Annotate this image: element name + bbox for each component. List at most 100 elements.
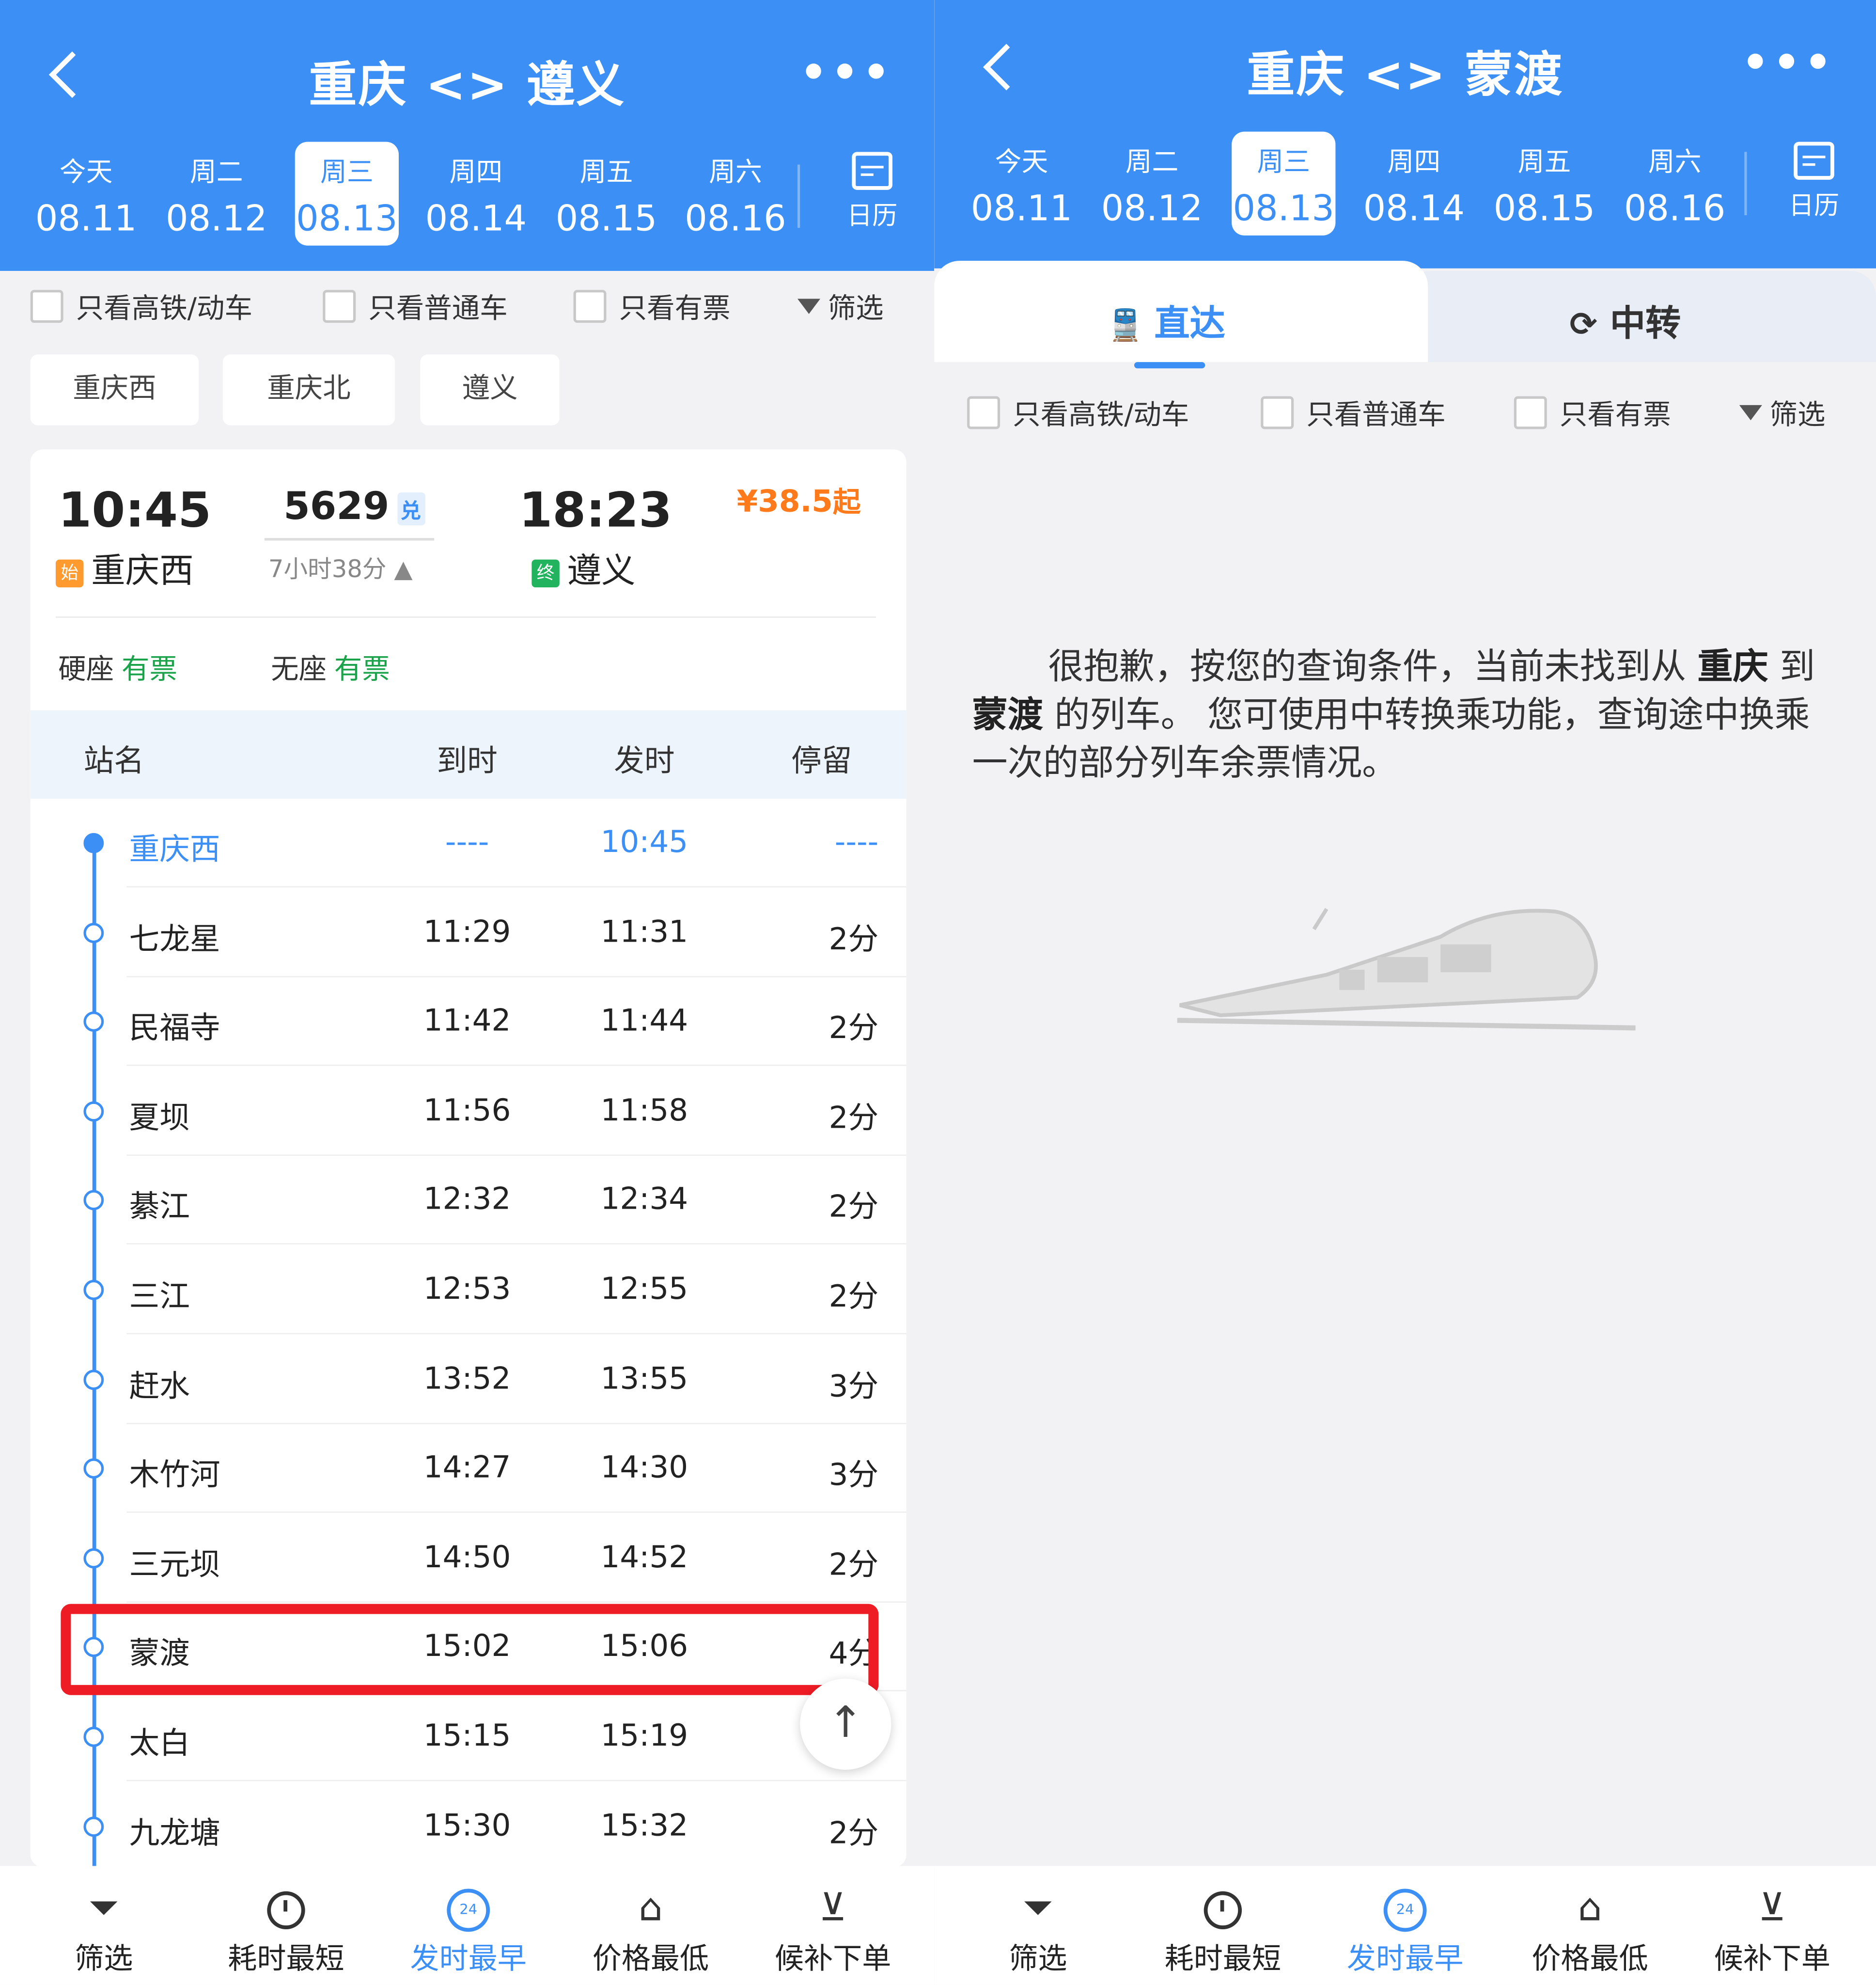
station-button[interactable]: 遵义 (420, 354, 560, 425)
checkbox-available[interactable]: 只看有票 (1514, 393, 1671, 433)
stop-row: 太白 15:15 15:19 (31, 1693, 907, 1781)
checkbox-label: 只看普通车 (368, 294, 508, 326)
date-today[interactable]: 今天 08.11 (34, 142, 138, 246)
date-weekday: 周四 (449, 157, 503, 188)
calendar-button[interactable]: 日历 (1770, 142, 1859, 222)
stop-dot (83, 833, 104, 853)
date-sat[interactable]: 周六 08.16 (684, 142, 787, 246)
filter-button[interactable]: 筛选 (1739, 393, 1826, 433)
transfer-icon: ⟳ (1569, 306, 1597, 345)
date-weekday: 周六 (1648, 147, 1702, 177)
checkbox-box[interactable] (1514, 396, 1547, 429)
checkbox-box[interactable] (573, 290, 607, 323)
bottom-earliest[interactable]: 24 发时最早 (380, 1866, 557, 1977)
message-part: 到 (1768, 646, 1815, 688)
row-divider (126, 1154, 907, 1156)
stop-name: 九龙塘 (129, 1814, 220, 1850)
date-thu[interactable]: 周四 08.14 (1362, 132, 1466, 236)
date-wed-selected[interactable]: 周三 08.13 (295, 142, 399, 246)
date-tue[interactable]: 周二 08.12 (165, 142, 268, 246)
bottom-bar: ⏷ 筛选 耗时最短 24 发时最早 ⌂ 价格最低 ⊻ 候补下单 (934, 1866, 1876, 1985)
checkbox-box[interactable] (967, 396, 1001, 429)
stop-arrive: 14:50 (423, 1539, 511, 1575)
bottom-cheapest[interactable]: ⌂ 价格最低 (1501, 1866, 1679, 1977)
filter-label: 筛选 (828, 294, 884, 326)
calendar-button[interactable]: 日历 (828, 152, 917, 232)
price-tag-icon: ⌂ (1578, 1886, 1602, 1931)
date-day: 08.13 (296, 197, 398, 239)
bottom-label: 候补下单 (1714, 1943, 1830, 1976)
funnel-icon: ⏷ (1023, 1886, 1053, 1931)
stop-row: 九龙塘 15:30 15:32 2分 (31, 1782, 907, 1867)
checkbox-available[interactable]: 只看有票 (573, 286, 731, 327)
stop-name: 重庆西 (129, 832, 220, 867)
scroll-top-button[interactable]: ↑ (800, 1678, 891, 1770)
date-thu[interactable]: 周四 08.14 (424, 142, 528, 246)
stop-name: 木竹河 (129, 1457, 220, 1493)
duration[interactable]: 7小时38分 ▲ (268, 551, 413, 585)
calendar-label: 日历 (1788, 189, 1840, 221)
checkbox-box[interactable] (323, 290, 356, 323)
station-button[interactable]: 重庆西 (30, 354, 199, 425)
checkbox-box[interactable] (30, 290, 63, 323)
stop-arrive: 15:30 (423, 1807, 511, 1843)
bottom-cheapest[interactable]: ⌂ 价格最低 (562, 1866, 739, 1977)
row-divider (126, 1333, 907, 1335)
stop-dot (83, 1727, 104, 1747)
bottom-label: 发时最早 (1346, 1943, 1464, 1976)
stop-duration: 2分 (829, 1278, 879, 1314)
date-tue[interactable]: 周二 08.12 (1100, 132, 1204, 236)
stop-arrive: 15:15 (423, 1717, 511, 1753)
date-day: 08.11 (35, 197, 137, 239)
date-bar: 今天 08.11 周二 08.12 周三 08.13 周四 08.14 周五 08.15 … (934, 131, 1876, 238)
stop-name: 赶水 (129, 1368, 190, 1403)
date-weekday: 周三 (320, 157, 374, 188)
checkbox-normal[interactable]: 只看普通车 (323, 286, 508, 327)
stop-dot (83, 1458, 104, 1479)
departure-station: 始重庆西 (55, 543, 194, 593)
station-button[interactable]: 重庆北 (222, 354, 395, 425)
filter-button[interactable]: 筛选 (797, 286, 884, 327)
checkbox-normal[interactable]: 只看普通车 (1261, 393, 1446, 433)
seat-standing: 无座 有票 (271, 647, 390, 688)
checkbox-highspeed[interactable]: 只看高铁/动车 (30, 286, 252, 327)
clock-icon (1134, 1886, 1312, 1932)
date-weekday: 周二 (189, 157, 243, 188)
more-icon[interactable]: ••• (800, 48, 894, 98)
date-weekday: 今天 (59, 157, 113, 188)
stop-dot (83, 922, 104, 943)
checkbox-box[interactable] (1261, 396, 1294, 429)
bottom-filter[interactable]: ⏷ 筛选 (950, 1866, 1127, 1977)
date-fri[interactable]: 周五 08.15 (554, 142, 658, 246)
date-today[interactable]: 今天 08.11 (969, 132, 1073, 236)
date-day: 08.14 (1363, 187, 1465, 229)
tab-transfer-label[interactable]: ⟳ 中转 (1570, 296, 1681, 347)
stop-duration: 2分 (829, 1814, 879, 1850)
date-sat[interactable]: 周六 08.16 (1623, 132, 1726, 236)
bottom-label: 价格最低 (1532, 1943, 1648, 1976)
date-bar: 今天 08.11 周二 08.12 周三 08.13 周四 08.14 周五 08.15 … (0, 142, 934, 248)
bottom-label: 价格最低 (592, 1943, 709, 1976)
checkbox-highspeed[interactable]: 只看高铁/动车 (967, 393, 1189, 433)
more-icon[interactable]: ••• (1742, 38, 1836, 88)
bottom-filter[interactable]: ⏷ 筛选 (15, 1866, 192, 1977)
cart-icon: ⊻ (819, 1886, 847, 1931)
departure-time: 10:45 (58, 482, 212, 538)
route-title: 重庆 <> 蒙渡 (1247, 47, 1563, 103)
train-number[interactable]: 5629 兑 (283, 485, 425, 529)
bottom-shortest[interactable]: 耗时最短 (198, 1866, 375, 1977)
stop-arrive: 14:27 (423, 1449, 511, 1485)
date-fri[interactable]: 周五 08.15 (1492, 132, 1596, 236)
bottom-shortest[interactable]: 耗时最短 (1134, 1866, 1312, 1977)
bottom-waitlist[interactable]: ⊻ 候补下单 (744, 1866, 922, 1977)
header-station: 站名 (83, 743, 144, 779)
tab-direct-label[interactable]: 🚆 直达 (1106, 296, 1225, 347)
bottom-label: 耗时最短 (1164, 1943, 1282, 1976)
bottom-earliest[interactable]: 24 发时最早 (1316, 1866, 1494, 1977)
date-wed-selected[interactable]: 周三 08.13 (1232, 131, 1336, 236)
tab-transfer-text: 中转 (1610, 302, 1681, 345)
stop-dot (83, 1101, 104, 1121)
stop-dot (83, 1011, 104, 1032)
bottom-waitlist[interactable]: ⊻ 候补下单 (1684, 1866, 1861, 1977)
bottom-bar: ⏷ 筛选 耗时最短 24 发时最早 ⌂ 价格最低 ⊻ 候补下单 (0, 1866, 935, 1985)
